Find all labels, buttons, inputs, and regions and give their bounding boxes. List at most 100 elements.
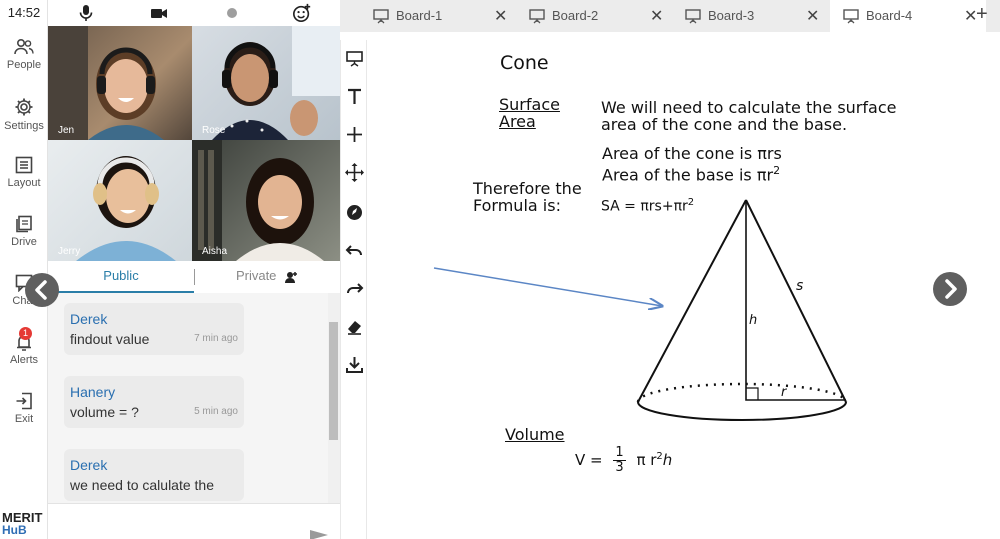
download-icon[interactable] (344, 354, 365, 375)
move-icon[interactable] (344, 162, 365, 183)
tab-label: Board-2 (552, 8, 599, 23)
record-dot-icon[interactable] (222, 3, 242, 23)
rail-item-people[interactable]: People (0, 38, 48, 71)
clock: 14:52 (7, 5, 41, 20)
eraser-icon[interactable] (344, 316, 365, 337)
rail-label-settings: Settings (4, 120, 44, 132)
volume-denominator: 3 (615, 460, 624, 475)
private-user-icon (285, 271, 298, 283)
tab-label: Board-1 (396, 8, 443, 23)
cone-base-front (637, 401, 847, 421)
whiteboard-toolbar (340, 40, 367, 539)
rail-label-alerts: Alerts (9, 354, 39, 366)
rail-label-layout: Layout (7, 177, 41, 189)
pen-icon[interactable] (344, 202, 365, 223)
tab-public[interactable]: Public (48, 261, 194, 293)
chat-tabs: Public Private (48, 261, 340, 293)
whiteboard-icon (373, 9, 389, 24)
undo-icon[interactable] (344, 240, 365, 261)
label-s: s (796, 278, 804, 294)
board-tabs: Board-1 ✕ Board-2 ✕ Board-3 ✕ Board-4 ✕ … (340, 0, 1000, 32)
next-arrow-button[interactable] (933, 272, 967, 306)
alerts-badge: 1 (19, 327, 32, 340)
rail-item-layout[interactable]: Layout (0, 156, 48, 189)
message-time: 7 min ago (194, 333, 238, 344)
message-time: 5 min ago (194, 406, 238, 417)
chat-message: Hanery volume = ? 5 min ago (64, 376, 244, 428)
label-h: h (749, 313, 758, 328)
participant-video (212, 26, 340, 140)
left-rail: 14:52 People Settings Layout Drive Chat … (0, 0, 48, 539)
volume-fraction: 1 3 (613, 446, 626, 475)
whiteboard-icon (843, 9, 859, 24)
participant-name: Rose (202, 125, 226, 136)
chat-input[interactable] (48, 503, 340, 539)
whiteboard-icon[interactable] (344, 48, 365, 69)
chat-scrollbar-thumb[interactable] (329, 322, 338, 440)
tab-private[interactable]: Private (195, 261, 340, 293)
video-tile-jerry[interactable]: Jerry (48, 140, 192, 261)
rail-label-exit: Exit (14, 413, 34, 425)
prev-arrow-button[interactable] (25, 273, 59, 307)
tab-board-2[interactable]: Board-2 ✕ (516, 0, 672, 32)
chat-messages: Derek findout value 7 min ago Hanery vol… (48, 293, 340, 503)
cone-side (637, 199, 847, 403)
tab-label: Board-4 (866, 8, 913, 23)
chevron-left-icon (35, 280, 47, 300)
volume-formula: V = 1 3 π r2h (575, 446, 672, 475)
tab-private-label: Private (235, 268, 277, 283)
microphone-icon[interactable] (76, 3, 96, 23)
rail-label-people: People (6, 59, 42, 71)
video-tile-aisha[interactable]: Aisha (192, 140, 340, 261)
tab-board-1[interactable]: Board-1 ✕ (360, 0, 516, 32)
close-icon[interactable]: ✕ (650, 6, 663, 26)
camera-icon[interactable] (149, 3, 169, 23)
message-author: Derek (70, 457, 108, 473)
add-board-button[interactable]: + (976, 3, 988, 26)
emoji-add-icon[interactable] (292, 3, 312, 23)
participant-video (48, 26, 164, 140)
whiteboard-icon (685, 9, 701, 24)
message-author: Derek (70, 311, 108, 327)
label-r: r (781, 385, 787, 400)
chat-message: Derek findout value 7 min ago (64, 303, 244, 355)
message-text: findout value (70, 331, 150, 347)
rail-item-drive[interactable]: Drive (0, 215, 48, 248)
people-icon (14, 38, 34, 55)
volume-h: h (662, 451, 673, 469)
exit-icon (16, 392, 32, 410)
redo-icon[interactable] (344, 278, 365, 299)
message-text: we need to calulate the (70, 477, 214, 493)
annotation-arrow (433, 267, 662, 306)
gear-icon (15, 98, 33, 116)
whiteboard-icon (529, 9, 545, 24)
media-controls (48, 0, 340, 26)
right-angle-marker (746, 387, 759, 400)
drive-icon (16, 215, 32, 233)
cone-diagram (433, 199, 848, 421)
plus-icon[interactable] (344, 124, 365, 145)
tab-label: Board-3 (708, 8, 755, 23)
whiteboard-canvas[interactable]: Cone Surface Area We will need to calcul… (368, 32, 1000, 539)
close-icon[interactable]: ✕ (494, 6, 507, 26)
participant-name: Jerry (58, 246, 81, 257)
participant-name: Jen (58, 125, 75, 136)
layout-icon (15, 156, 33, 174)
rail-item-exit[interactable]: Exit (0, 392, 48, 425)
participant-video (76, 156, 176, 261)
message-author: Hanery (70, 384, 116, 400)
send-icon[interactable] (310, 530, 328, 539)
tab-board-4[interactable]: Board-4 ✕ (830, 0, 986, 32)
rail-item-settings[interactable]: Settings (0, 97, 48, 132)
text-icon[interactable] (344, 86, 365, 107)
video-tile-jen[interactable]: Jen (48, 26, 192, 140)
tab-board-3[interactable]: Board-3 ✕ (672, 0, 828, 32)
volume-rhs: π r (636, 451, 657, 469)
close-icon[interactable]: ✕ (806, 6, 819, 26)
volume-lhs: V = (575, 451, 603, 469)
video-tile-rose[interactable]: Rose (192, 26, 340, 140)
volume-heading: Volume (505, 425, 565, 444)
brand-bottom: HuB (2, 523, 27, 537)
rail-item-alerts[interactable]: 1 Alerts (0, 327, 48, 366)
rail-label-drive: Drive (11, 236, 37, 248)
